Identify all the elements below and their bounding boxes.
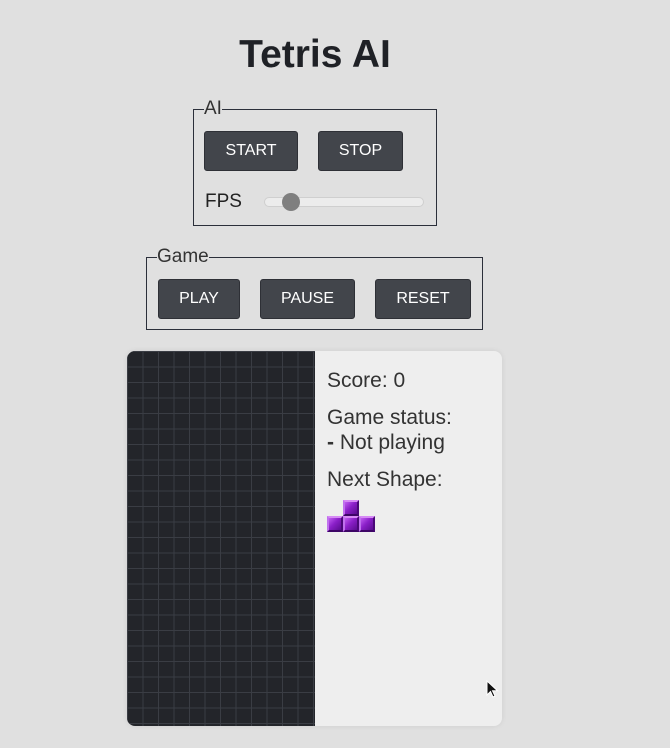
play-button[interactable]: PLAY: [158, 279, 240, 319]
page: Tetris AI AI START STOP FPS Game PLAY PA…: [0, 0, 670, 748]
next-shape-block: [327, 516, 343, 532]
ai-legend: AI: [204, 98, 222, 119]
game-status-value: - Not playing: [327, 430, 452, 455]
next-shape-title: Next Shape:: [327, 468, 443, 491]
status-text: Not playing: [339, 431, 445, 454]
next-shape-block: [343, 516, 359, 532]
status-dash: -: [327, 431, 334, 454]
mouse-cursor-icon: [486, 680, 499, 698]
next-shape-preview: [327, 500, 375, 532]
info-panel: Score: 0 Game status: - Not playing Next…: [327, 368, 452, 494]
start-button[interactable]: START: [204, 131, 298, 171]
stop-button[interactable]: STOP: [318, 131, 403, 171]
game-status-title: Game status:: [327, 406, 452, 429]
next-shape-block: [359, 516, 375, 532]
pause-button[interactable]: PAUSE: [260, 279, 355, 319]
tetris-board[interactable]: [127, 351, 315, 726]
game-legend: Game: [157, 246, 209, 267]
game-container: Score: 0 Game status: - Not playing Next…: [127, 351, 502, 726]
reset-button[interactable]: RESET: [375, 279, 471, 319]
page-title: Tetris AI: [239, 33, 391, 76]
score-text: Score: 0: [327, 369, 406, 392]
fps-label: FPS: [205, 191, 242, 212]
next-shape-block: [343, 500, 359, 516]
